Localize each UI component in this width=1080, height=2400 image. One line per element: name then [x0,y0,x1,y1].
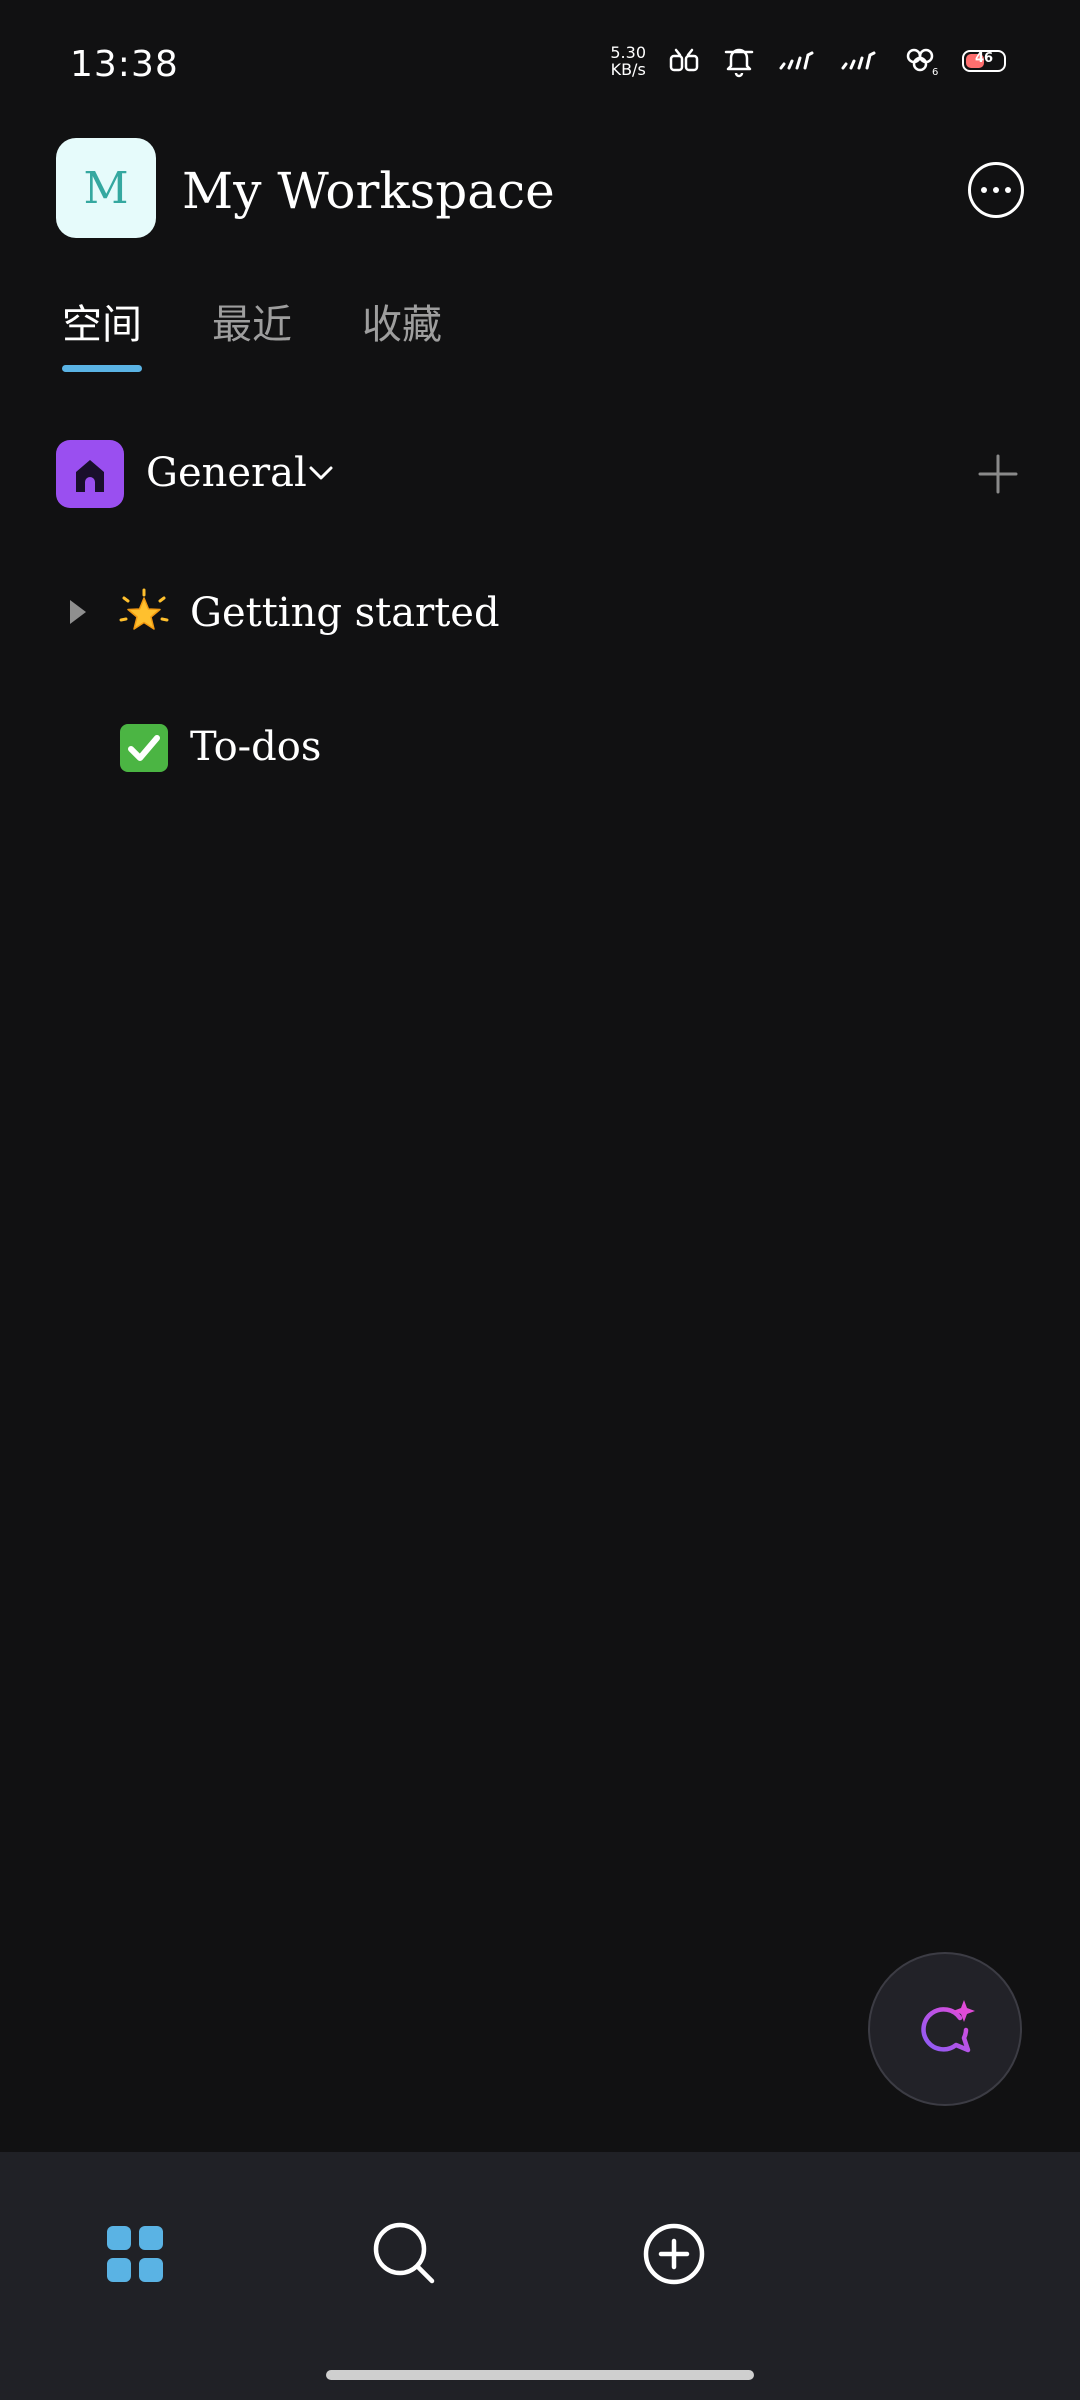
battery-icon: 46 [962,50,1006,72]
tab-active-indicator [62,365,142,372]
alarm-off-icon [724,48,754,78]
more-dot-icon [981,187,987,193]
network-speed-value: 5.30 [610,43,646,62]
more-dot-icon [1005,187,1011,193]
home-indicator[interactable] [326,2370,754,2380]
page-title: Getting started [190,590,500,636]
vibrate-icon [669,48,699,72]
tab-label: 最近 [212,302,292,348]
chevron-down-icon[interactable] [308,464,334,482]
status-time: 13:38 [70,44,179,85]
star-emoji-icon [119,588,169,630]
page-item-to-dos[interactable]: To-dos [56,706,1018,786]
tab-label: 收藏 [362,302,442,348]
nav-home-button[interactable] [95,2214,175,2294]
grid-icon [107,2226,163,2282]
tab-recent[interactable]: 最近 [212,292,292,372]
workspace-avatar[interactable]: M [56,138,156,238]
add-circle-icon [643,2223,705,2285]
status-bar: 13:38 5.30 KB/s 6 46 [0,0,1080,130]
network-speed: 5.30 KB/s [610,44,646,78]
nav-add-button[interactable] [634,2214,714,2294]
check-mark-emoji-icon [120,724,168,772]
space-section-header[interactable]: General [56,440,1018,508]
more-options-button[interactable] [968,162,1024,218]
home-icon [56,440,124,508]
workspace-name[interactable]: My Workspace [182,162,555,220]
tab-favorites[interactable]: 收藏 [362,292,442,372]
page-title: To-dos [190,724,322,770]
wifi-icon: 6 [906,48,938,76]
ai-chat-button[interactable] [868,1952,1022,2106]
signal-icon-1 [779,51,814,70]
tab-spaces[interactable]: 空间 [62,292,142,372]
signal-icon-2 [841,51,876,70]
workspace-header: M My Workspace [56,138,1024,240]
status-icons: 5.30 KB/s 6 46 [610,44,1006,78]
network-speed-unit: KB/s [610,60,646,79]
expand-arrow-icon[interactable] [70,600,86,624]
add-page-icon[interactable] [978,454,1018,494]
page-item-getting-started[interactable]: Getting started [56,572,1018,652]
battery-level: 46 [974,51,994,66]
nav-search-button[interactable] [365,2214,445,2294]
tab-label: 空间 [62,302,142,348]
space-name: General [146,450,307,496]
search-icon [373,2222,435,2284]
svg-text:6: 6 [932,67,938,76]
ai-chat-icon [921,2000,975,2053]
bottom-navigation [0,2152,1080,2400]
tab-bar: 空间 最近 收藏 [62,292,442,372]
more-dot-icon [993,187,999,193]
